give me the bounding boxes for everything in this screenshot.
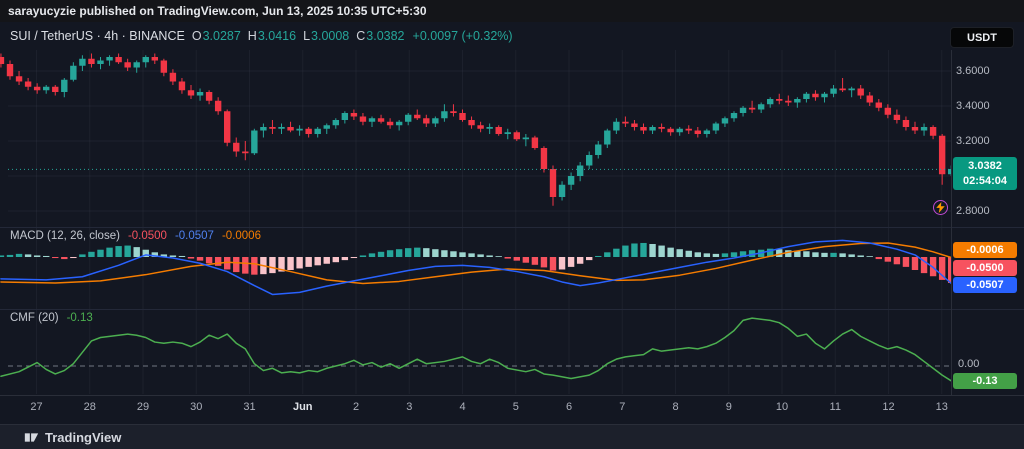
time-axis-label[interactable]: 2 [336,399,376,415]
tradingview-logo-icon[interactable] [24,430,39,445]
macd-status-line[interactable]: MACD (12, 26, close) -0.0500 -0.0507 -0.00… [10,230,261,242]
cmf-status-line[interactable]: CMF (20) -0.13 [10,312,93,324]
macd-line-badge: -0.0507 [953,277,1017,293]
currency-toggle-button[interactable]: USDT [950,27,1014,48]
price-change: +0.0097 (+0.32%) [413,29,513,43]
time-axis-label[interactable]: 27 [17,399,57,415]
bar-countdown: 02:54:04 [953,174,1017,189]
time-axis-label[interactable]: 6 [549,399,589,415]
current-price-badge: 3.0382 02:54:04 [953,157,1017,190]
chart-canvas[interactable] [0,0,1024,449]
ohlc-label: O [192,29,202,43]
current-price: 3.0382 [953,159,1017,174]
price-axis-label[interactable]: 3.4000 [956,98,1018,114]
footer-bar: TradingView [0,425,1024,449]
macd-status-value: -0.0507 [175,230,214,242]
macd-status-value: -0.0006 [222,230,261,242]
symbol-title[interactable]: SUI / TetherUS · 4h · BINANCE [10,29,185,43]
ohlc-value: 3.0008 [311,29,349,43]
ohlc-label: L [303,29,310,43]
time-axis-label[interactable]: 13 [922,399,962,415]
time-axis-label[interactable]: 5 [496,399,536,415]
time-axis-label[interactable]: 7 [602,399,642,415]
price-axis-label[interactable]: 3.2000 [956,133,1018,149]
time-axis-label[interactable]: 9 [709,399,749,415]
symbol-header: SUI / TetherUS · 4h · BINANCE O3.0287H3.… [10,29,513,43]
tradingview-snapshot: sarayucyzie published on TradingView.com… [0,0,1024,449]
ohlc-label: H [248,29,257,43]
cmf-zero-label: 0.00 [958,358,979,370]
time-axis-label[interactable]: 28 [70,399,110,415]
time-axis-label[interactable]: 12 [869,399,909,415]
time-axis-label[interactable]: 3 [389,399,429,415]
lightning-circle-icon[interactable] [933,200,948,215]
cmf-value-badge: -0.13 [953,373,1017,389]
time-axis-label[interactable]: 30 [176,399,216,415]
brand-name[interactable]: TradingView [45,430,121,445]
ohlc-value: 3.0287 [203,29,241,43]
ohlc-label: C [356,29,365,43]
price-axis-label[interactable]: 2.8000 [956,203,1018,219]
time-axis-label[interactable]: 8 [656,399,696,415]
time-axis-label[interactable]: 11 [815,399,855,415]
cmf-title: CMF (20) [10,312,59,324]
time-axis-label[interactable]: 10 [762,399,802,415]
macd-title: MACD (12, 26, close) [10,230,120,242]
time-axis-label[interactable]: 29 [123,399,163,415]
macd-signal-badge: -0.0006 [953,242,1017,258]
price-axis-label[interactable]: 3.6000 [956,63,1018,79]
macd-values: -0.0500 -0.0507 -0.0006 [128,230,261,242]
macd-status-value: -0.0500 [128,230,167,242]
macd-histogram-badge: -0.0500 [953,260,1017,276]
ohlc-value: 3.0416 [258,29,296,43]
ohlc-values: O3.0287 H3.0416 L3.0008 C3.0382 [185,29,405,43]
cmf-value: -0.13 [67,312,93,324]
time-axis-label[interactable]: Jun [283,399,323,415]
time-axis-label[interactable]: 4 [443,399,483,415]
time-axis-label[interactable]: 31 [230,399,270,415]
ohlc-value: 3.0382 [366,29,404,43]
